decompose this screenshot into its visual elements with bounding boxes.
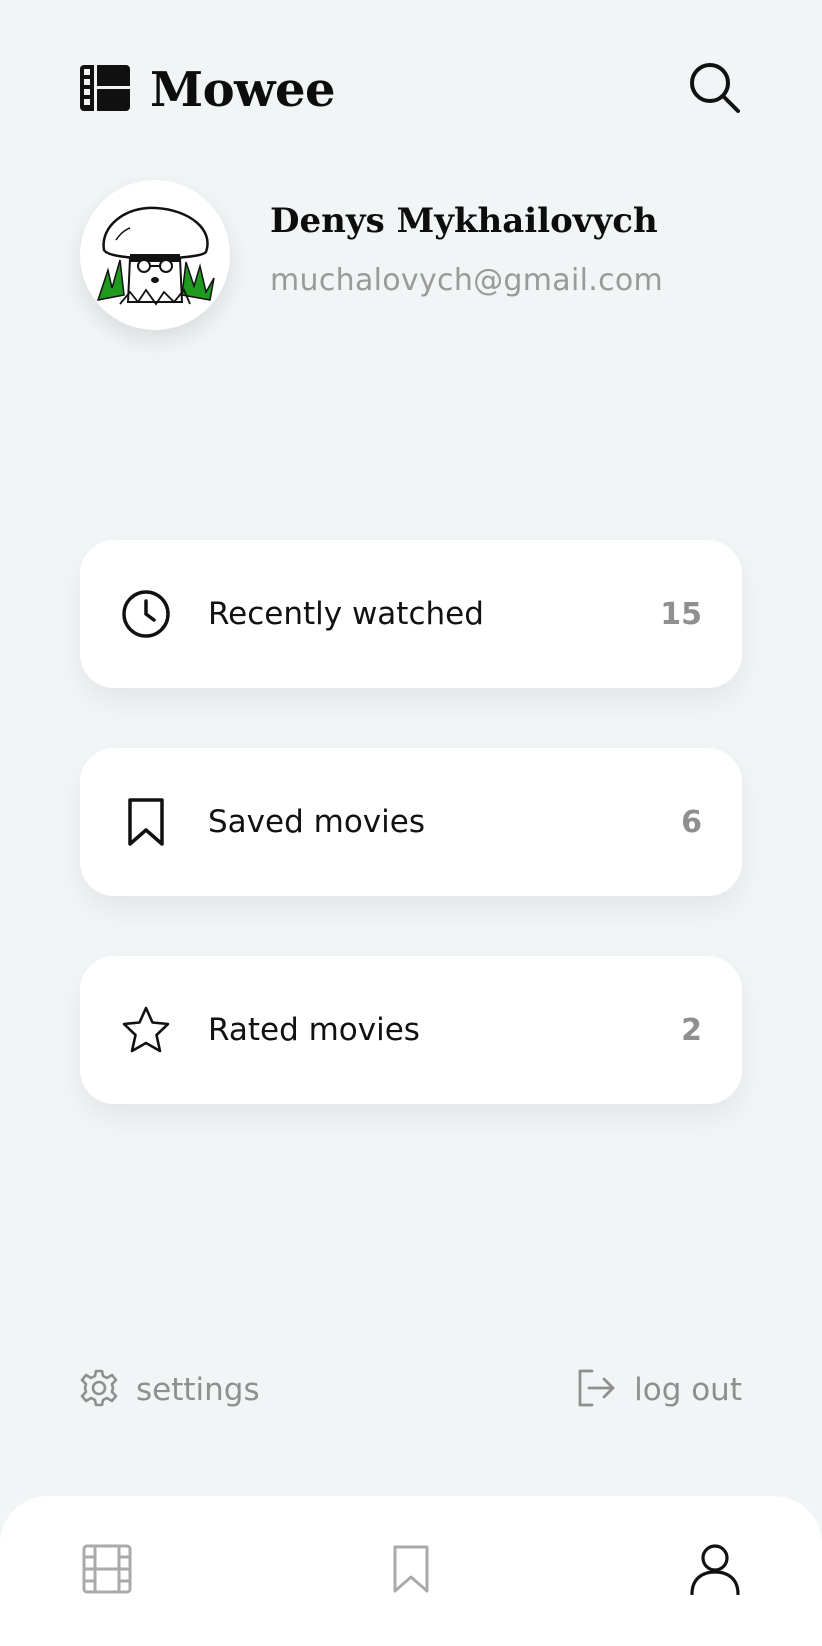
avatar[interactable] — [80, 180, 230, 330]
app-header: Mowee — [80, 60, 742, 120]
card-label: Rated movies — [208, 1012, 420, 1048]
profile-email: muchalovych@gmail.com — [270, 262, 664, 298]
card-count: 2 — [681, 1012, 702, 1048]
rated-movies-card[interactable]: Rated movies 2 — [80, 956, 742, 1104]
brand: Mowee — [80, 62, 336, 118]
search-icon — [688, 61, 742, 119]
mushroom-avatar-icon — [96, 206, 215, 306]
nav-profile[interactable] — [688, 1544, 742, 1598]
bookmark-icon — [392, 1544, 430, 1598]
gear-icon — [80, 1369, 118, 1411]
card-label: Saved movies — [208, 804, 425, 840]
profile-name: Denys Mykhailovych — [270, 200, 658, 241]
film-reel-icon — [80, 63, 130, 117]
app-title: Mowee — [150, 62, 336, 118]
card-count: 6 — [681, 804, 702, 840]
settings-button[interactable]: settings — [80, 1369, 260, 1411]
bookmark-icon — [120, 796, 172, 848]
search-button[interactable] — [688, 61, 742, 119]
film-icon — [81, 1543, 133, 1599]
nav-movies[interactable] — [80, 1544, 134, 1598]
logout-button[interactable]: log out — [576, 1368, 742, 1412]
bottom-nav — [0, 1496, 822, 1646]
settings-label: settings — [136, 1372, 260, 1408]
profile-info: Denys Mykhailovych muchalovych@gmail.com — [270, 201, 664, 298]
saved-movies-card[interactable]: Saved movies 6 — [80, 748, 742, 896]
star-icon — [120, 1004, 172, 1056]
clock-icon — [120, 588, 172, 640]
profile-section: Denys Mykhailovych muchalovych@gmail.com — [80, 180, 742, 330]
logout-icon — [576, 1368, 616, 1412]
user-icon — [689, 1543, 741, 1599]
nav-saved[interactable] — [384, 1544, 438, 1598]
footer-actions: settings log out — [80, 1365, 742, 1415]
card-label: Recently watched — [208, 596, 484, 632]
logout-label: log out — [634, 1372, 742, 1408]
card-count: 15 — [660, 596, 702, 632]
recently-watched-card[interactable]: Recently watched 15 — [80, 540, 742, 688]
